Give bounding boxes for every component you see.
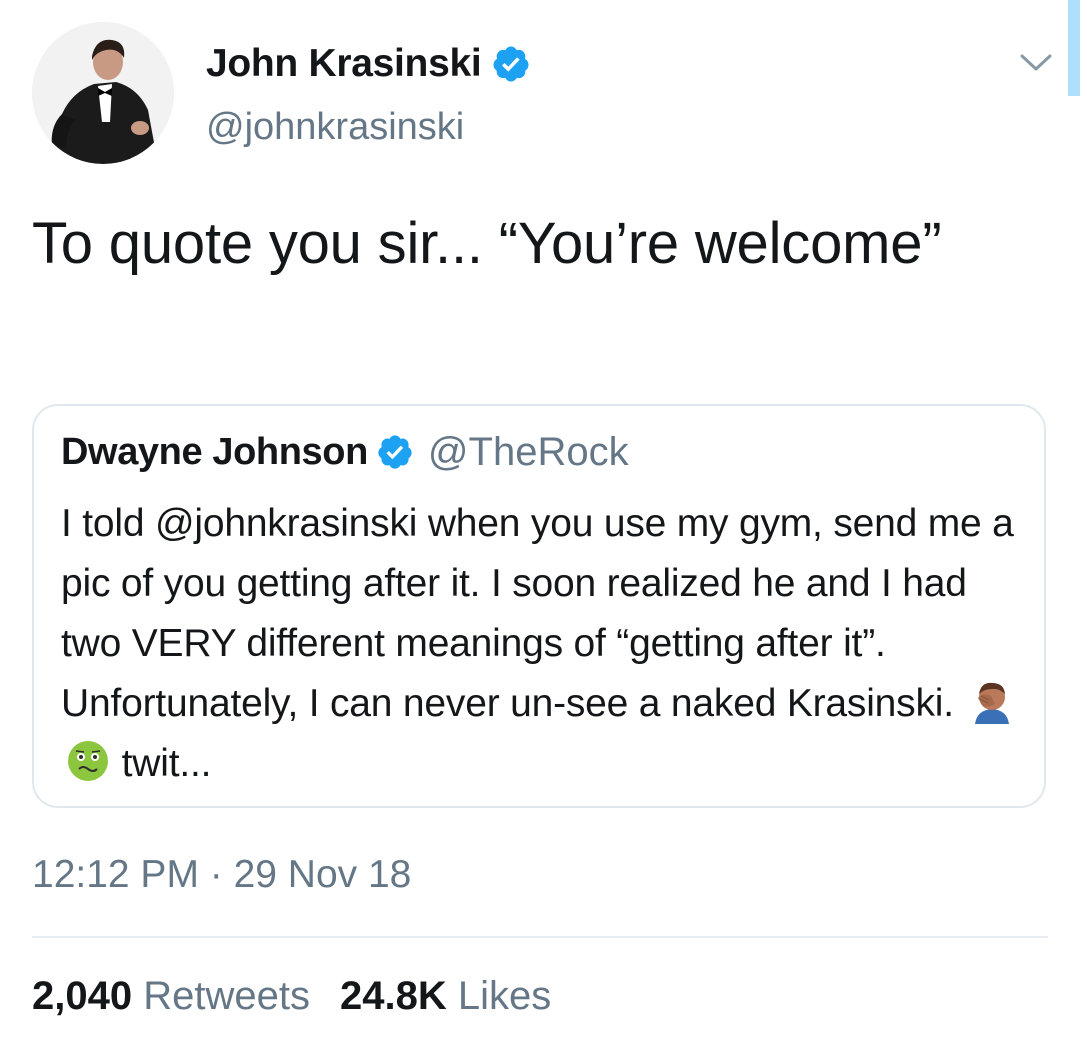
retweets-stat[interactable]: 2,040 Retweets (32, 970, 310, 1022)
author-name[interactable]: John Krasinski (206, 40, 531, 88)
tweet: John Krasinski @johnkrasinski To quote y… (0, 0, 1080, 1049)
quoted-author-name: Dwayne Johnson (61, 431, 368, 473)
quoted-tweet-link[interactable]: twit... (122, 742, 212, 785)
author-handle[interactable]: @johnkrasinski (206, 104, 464, 150)
divider (32, 936, 1048, 938)
chevron-down-icon[interactable] (1014, 44, 1058, 80)
quoted-tweet-text: I told @johnkrasinski when you use my gy… (61, 502, 1014, 725)
quoted-tweet-body: I told @johnkrasinski when you use my gy… (61, 494, 1021, 794)
verified-badge-icon (378, 435, 412, 469)
likes-label: Likes (457, 974, 552, 1018)
retweets-label: Retweets (143, 974, 310, 1018)
retweets-count: 2,040 (32, 974, 133, 1018)
author-name-text: John Krasinski (206, 42, 482, 85)
likes-count: 24.8K (339, 974, 447, 1018)
face-palm-emoji (974, 682, 1009, 724)
verified-badge-icon (493, 46, 529, 82)
nauseated-face-emoji (68, 741, 108, 781)
quoted-author-handle: @TheRock (427, 430, 629, 474)
tweet-stats: 2,040 Retweets 24.8K Likes (32, 970, 581, 1022)
tweet-timestamp[interactable]: 12:12 PM · 29 Nov 18 (32, 850, 411, 900)
scroll-indicator (1068, 0, 1080, 96)
likes-stat[interactable]: 24.8K Likes (340, 970, 551, 1022)
quoted-tweet[interactable]: Dwayne Johnson @TheRock I told @johnkras… (32, 404, 1046, 808)
quoted-tweet-header: Dwayne Johnson @TheRock (61, 428, 629, 476)
author-avatar[interactable] (32, 22, 174, 164)
tweet-text: To quote you sir... “You’re welcome” (32, 211, 942, 276)
